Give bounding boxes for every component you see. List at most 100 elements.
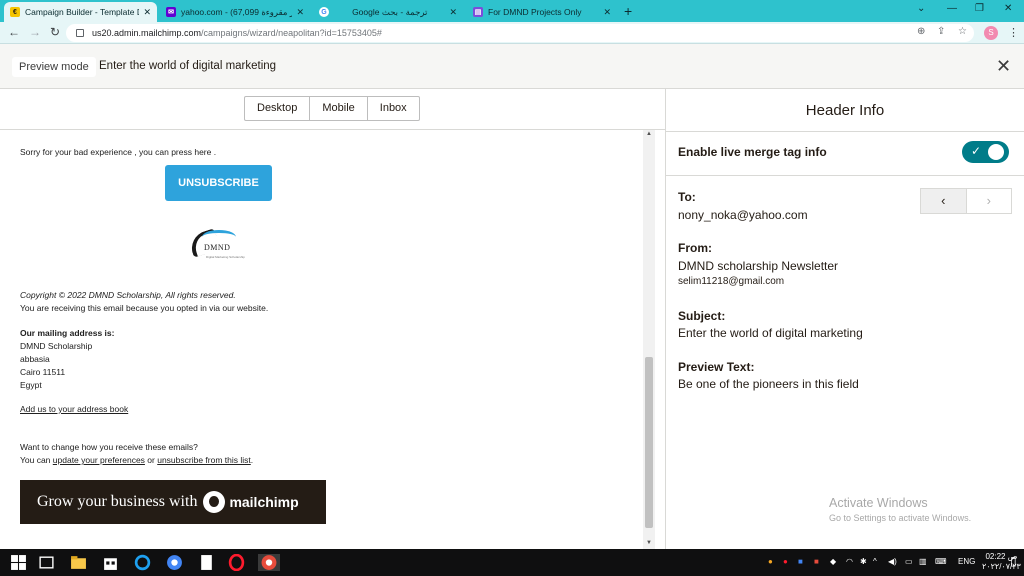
- dmnd-logo: DMND Digital Marketing Scholarship: [187, 228, 245, 266]
- tab-label: Campaign Builder - Template De: [25, 7, 140, 17]
- tray-pdf-icon[interactable]: ◆: [830, 557, 836, 566]
- scroll-down-icon[interactable]: ▼: [646, 540, 652, 546]
- tab-campaign-builder[interactable]: € Campaign Builder - Template De ✕: [4, 2, 157, 22]
- network-icon[interactable]: ▥: [919, 557, 927, 566]
- notifications-icon[interactable]: ▯: [1010, 554, 1017, 568]
- tab-inbox[interactable]: Inbox: [368, 97, 419, 120]
- recipient-pager: ‹ ›: [920, 188, 1012, 214]
- from-email: selim11218@gmail.com: [678, 276, 785, 287]
- file-explorer-icon[interactable]: [70, 554, 87, 571]
- email-body: Sorry for your bad experience , you can …: [0, 130, 642, 549]
- header-info-pane: Header Info Enable live merge tag info ✓…: [666, 89, 1024, 549]
- tab-mobile[interactable]: Mobile: [310, 97, 368, 120]
- task-view-icon[interactable]: [38, 554, 55, 571]
- merge-tag-toggle[interactable]: ✓: [962, 141, 1009, 163]
- device-toggle-group: Desktop Mobile Inbox: [244, 96, 420, 121]
- google-favicon-icon: G: [319, 7, 329, 17]
- logo-arc-icon: [202, 230, 236, 244]
- battery-icon[interactable]: ▭: [905, 557, 913, 566]
- bluetooth-icon[interactable]: ✱: [860, 557, 867, 566]
- bookmark-star-icon[interactable]: ☆: [958, 26, 967, 37]
- store-icon[interactable]: [102, 554, 119, 571]
- close-tab-icon[interactable]: ✕: [449, 7, 457, 18]
- tab-google-translate[interactable]: G Google ترجمة - بحث ✕: [313, 2, 463, 22]
- yahoo-mail-favicon-icon: ✉: [166, 7, 176, 17]
- tray-arrow-icon[interactable]: ^: [873, 557, 877, 566]
- header-info-title: Header Info: [805, 102, 885, 119]
- scrollbar-thumb[interactable]: [645, 357, 653, 528]
- watermark-line-1: Activate Windows: [829, 496, 928, 510]
- close-window-icon[interactable]: ✕: [1004, 3, 1012, 14]
- browser-menu-icon[interactable]: ⋮: [1008, 26, 1019, 39]
- notepad-icon[interactable]: [198, 554, 215, 571]
- tab-dmnd-projects[interactable]: ▤ For DMND Projects Only ✕: [467, 2, 617, 22]
- logo-tagline: Digital Marketing Scholarship: [206, 255, 245, 259]
- forward-arrow-icon[interactable]: →: [29, 25, 41, 39]
- url-host: us20.admin.mailchimp.com: [92, 28, 202, 38]
- unsubscribe-button[interactable]: UNSUBSCRIBE: [165, 165, 272, 201]
- next-recipient-button[interactable]: ›: [965, 189, 1011, 213]
- minimize-icon[interactable]: —: [947, 3, 957, 14]
- scroll-up-icon[interactable]: ▲: [646, 131, 652, 137]
- chrome-icon[interactable]: [166, 554, 183, 571]
- opt-in-reason-text: You are receiving this email because you…: [20, 303, 269, 313]
- add-to-address-book-link[interactable]: Add us to your address book: [20, 403, 128, 416]
- zoom-icon[interactable]: ⊕: [917, 26, 925, 37]
- from-name: DMND scholarship Newsletter: [678, 259, 839, 273]
- tab-desktop[interactable]: Desktop: [245, 97, 311, 120]
- close-tab-icon[interactable]: ✕: [603, 7, 611, 18]
- update-preferences-link[interactable]: update your preferences: [53, 455, 145, 465]
- previous-recipient-button[interactable]: ‹: [921, 189, 966, 213]
- close-tab-icon[interactable]: ✕: [296, 7, 304, 18]
- divider: [666, 175, 1024, 176]
- checkmark-icon: ✓: [971, 144, 982, 158]
- url-path: /campaigns/wizard/neapolitan?id=15753405…: [201, 28, 382, 38]
- start-windows-icon[interactable]: [10, 554, 27, 571]
- logo-wordmark: DMND: [204, 243, 231, 252]
- tray-app-icon[interactable]: ■: [798, 557, 803, 566]
- toggle-knob: [988, 144, 1004, 160]
- wifi-icon[interactable]: ◠: [846, 557, 853, 566]
- tray-app-icon[interactable]: ●: [768, 557, 773, 566]
- share-icon[interactable]: ⇪: [937, 26, 945, 37]
- url-field[interactable]: us20.admin.mailchimp.com/campaigns/wizar…: [66, 24, 974, 42]
- subject-value: Enter the world of digital marketing: [678, 326, 863, 340]
- tab-label: For DMND Projects Only: [488, 7, 582, 17]
- banner-brand: mailchimp: [229, 494, 299, 510]
- volume-icon[interactable]: ◀): [888, 557, 897, 566]
- restore-icon[interactable]: ❐: [975, 3, 984, 14]
- profile-avatar[interactable]: S: [984, 26, 998, 40]
- preview-text-value: Be one of the pioneers in this field: [678, 377, 859, 391]
- chrome-active-icon[interactable]: [258, 554, 280, 571]
- internet-explorer-icon[interactable]: [134, 554, 151, 571]
- preferences-line: You can update your preferences or unsub…: [20, 454, 253, 467]
- merge-tag-label: Enable live merge tag info: [678, 145, 827, 159]
- back-arrow-icon[interactable]: ←: [8, 25, 20, 39]
- tray-opera-icon[interactable]: ●: [783, 557, 788, 566]
- lock-icon: [76, 29, 84, 37]
- reload-icon[interactable]: ↻: [50, 25, 60, 39]
- tray-app-icon[interactable]: ■: [814, 557, 819, 566]
- mailchimp-referral-banner[interactable]: Grow your business with mailchimp: [20, 480, 326, 524]
- close-preview-button[interactable]: ✕: [996, 56, 1011, 77]
- tab-yahoo[interactable]: ✉ yahoo.com - (غير مقروءة 67,099) ✕: [160, 2, 310, 22]
- tab-label: yahoo.com - (غير مقروءة 67,099): [181, 6, 293, 17]
- preview-mode-badge: Preview mode: [12, 57, 96, 77]
- keyboard-icon[interactable]: ⌨: [935, 557, 947, 566]
- tab-search-icon[interactable]: ⌄: [917, 3, 925, 14]
- freddie-logo-icon: [203, 491, 226, 513]
- opera-icon[interactable]: [228, 554, 245, 571]
- or-text: or: [144, 455, 158, 465]
- address-line: DMND Scholarship: [20, 341, 93, 351]
- banner-text: Grow your business with: [37, 493, 198, 510]
- address-line: Egypt: [20, 380, 42, 390]
- address-line: Cairo 11511: [20, 367, 66, 377]
- copyright-text: Copyright © 2022 DMND Scholarship, All r…: [20, 290, 236, 300]
- unsubscribe-list-link[interactable]: unsubscribe from this list: [157, 455, 251, 465]
- from-label: From:: [678, 241, 712, 255]
- email-scrollbar[interactable]: ▲ ▼: [643, 130, 655, 549]
- tab-label: Google ترجمة - بحث: [352, 6, 428, 17]
- close-tab-icon[interactable]: ✕: [143, 7, 151, 18]
- language-indicator[interactable]: ENG: [958, 557, 975, 566]
- new-tab-button[interactable]: +: [624, 3, 632, 19]
